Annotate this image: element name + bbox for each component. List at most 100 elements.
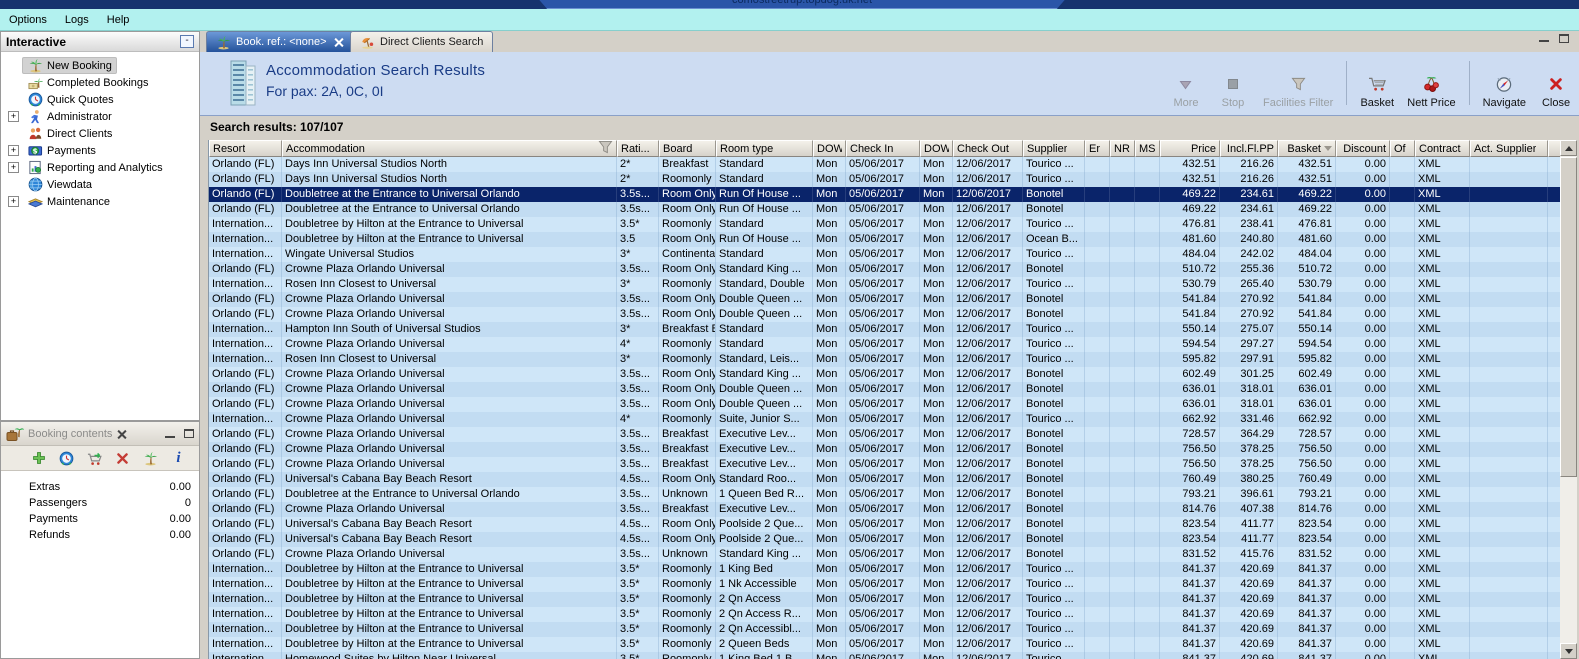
sidebar-item-viewdata[interactable]: Viewdata xyxy=(1,176,199,193)
table-row[interactable]: Orlando (FL) Doubletree at the Entrance t… xyxy=(209,202,1561,217)
minimize-panel-icon[interactable] xyxy=(165,430,175,438)
menu-logs[interactable]: Logs xyxy=(56,11,98,29)
tab-booking-ref[interactable]: Book. ref.: <none> xyxy=(206,31,354,52)
column-header-contract[interactable]: Contract xyxy=(1415,140,1470,157)
table-row[interactable]: Orlando (FL) Crowne Plaza Orlando Univers… xyxy=(209,397,1561,412)
column-header-rating[interactable]: Rati... xyxy=(617,140,659,157)
column-header-board[interactable]: Board xyxy=(659,140,716,157)
expand-icon[interactable]: + xyxy=(8,196,19,207)
column-header-nr[interactable]: NR xyxy=(1110,140,1135,157)
table-row[interactable]: Orlando (FL) Crowne Plaza Orlando Univers… xyxy=(209,442,1561,457)
table-row[interactable]: Orlando (FL) Universal's Cabana Bay Beach… xyxy=(209,517,1561,532)
palm-tree-icon[interactable] xyxy=(142,450,159,467)
table-row[interactable]: Orlando (FL) Days Inn Universal Studios N… xyxy=(209,157,1561,172)
cell-nr xyxy=(1110,217,1135,232)
basket-button[interactable]: Basket xyxy=(1360,57,1394,109)
info-icon[interactable]: i xyxy=(170,450,187,467)
table-row[interactable]: Internation... Wingate Universal Studios 3… xyxy=(209,247,1561,262)
column-header-check_in[interactable]: Check In xyxy=(846,140,920,157)
minimize-view-icon[interactable] xyxy=(1539,34,1549,42)
sidebar-item-administrator[interactable]: + Administrator xyxy=(1,108,199,125)
scroll-thumb[interactable] xyxy=(1560,157,1577,477)
table-row[interactable]: Internation... Rosen Inn Closest to Unive… xyxy=(209,277,1561,292)
column-header-of[interactable]: Of xyxy=(1390,140,1415,157)
table-row[interactable]: Internation... Doubletree by Hilton at th… xyxy=(209,637,1561,652)
vertical-scrollbar[interactable] xyxy=(1560,140,1577,659)
menu-options[interactable]: Options xyxy=(0,11,56,29)
tab-close-icon[interactable] xyxy=(335,38,344,47)
restore-panel-icon[interactable] xyxy=(184,429,194,438)
table-row[interactable]: Orlando (FL) Crowne Plaza Orlando Univers… xyxy=(209,307,1561,322)
expand-icon[interactable]: + xyxy=(8,162,19,173)
nett-price-button[interactable]: Nett Price xyxy=(1407,57,1456,109)
column-header-price[interactable]: Price xyxy=(1160,140,1220,157)
sidebar-item-label: Quick Quotes xyxy=(47,93,114,106)
table-row[interactable]: Orlando (FL) Crowne Plaza Orlando Univers… xyxy=(209,367,1561,382)
table-row[interactable]: Internation... Doubletree by Hilton at th… xyxy=(209,232,1561,247)
filter-funnel-icon[interactable] xyxy=(598,141,613,156)
column-header-ms[interactable]: MS xyxy=(1135,140,1160,157)
column-header-discount[interactable]: Discount xyxy=(1336,140,1390,157)
table-row[interactable]: Orlando (FL) Universal's Cabana Bay Beach… xyxy=(209,532,1561,547)
table-row[interactable]: Internation... Crowne Plaza Orlando Unive… xyxy=(209,337,1561,352)
collapse-panel-button[interactable]: - xyxy=(180,35,194,48)
column-header-supplier[interactable]: Supplier xyxy=(1023,140,1085,157)
delete-icon[interactable] xyxy=(114,450,131,467)
table-row[interactable]: Internation... Doubletree by Hilton at th… xyxy=(209,607,1561,622)
scroll-up-button[interactable] xyxy=(1560,140,1577,156)
table-row[interactable]: Orlando (FL) Doubletree at the Entrance t… xyxy=(209,187,1561,202)
sidebar-item-maintenance[interactable]: + Maintenance xyxy=(1,193,199,210)
table-row[interactable]: Orlando (FL) Crowne Plaza Orlando Univers… xyxy=(209,292,1561,307)
scroll-down-button[interactable] xyxy=(1560,643,1577,659)
sidebar-item-quick-quotes[interactable]: Quick Quotes xyxy=(1,91,199,108)
navigate-button[interactable]: Navigate xyxy=(1483,57,1526,109)
table-row[interactable]: Internation... Doubletree by Hilton at th… xyxy=(209,577,1561,592)
column-header-resort[interactable]: Resort xyxy=(209,140,282,157)
sidebar-item-reporting-and-analytics[interactable]: + Reporting and Analytics xyxy=(1,159,199,176)
column-header-check_out[interactable]: Check Out xyxy=(953,140,1023,157)
table-row[interactable]: Orlando (FL) Crowne Plaza Orlando Univers… xyxy=(209,502,1561,517)
column-header-dow_in[interactable]: DOW xyxy=(813,140,846,157)
rdp-connection-bar: comostreetrup.topdog.uk.net xyxy=(0,0,1579,9)
table-row[interactable]: Orlando (FL) Crowne Plaza Orlando Univers… xyxy=(209,547,1561,562)
table-row[interactable]: Orlando (FL) Doubletree at the Entrance t… xyxy=(209,487,1561,502)
table-row[interactable]: Internation... Doubletree by Hilton at th… xyxy=(209,562,1561,577)
sidebar-item-payments[interactable]: + $ Payments xyxy=(1,142,199,159)
sidebar-item-completed-bookings[interactable]: Completed Bookings xyxy=(1,74,199,91)
sidebar-item-direct-clients[interactable]: Direct Clients xyxy=(1,125,199,142)
tab-direct-clients-search[interactable]: Direct Clients Search xyxy=(350,31,494,52)
cell-dow_in: Mon xyxy=(813,292,846,307)
expand-icon[interactable]: + xyxy=(8,145,19,156)
column-header-act_supplier[interactable]: Act. Supplier xyxy=(1470,140,1548,157)
column-header-er[interactable]: Er xyxy=(1085,140,1110,157)
table-row[interactable]: Orlando (FL) Crowne Plaza Orlando Univers… xyxy=(209,382,1561,397)
table-row[interactable]: Orlando (FL) Crowne Plaza Orlando Univers… xyxy=(209,262,1561,277)
column-header-incl_fl_pp[interactable]: Incl.Fl.PP xyxy=(1220,140,1278,157)
close-panel-icon[interactable] xyxy=(117,429,127,439)
column-header-dow_out[interactable]: DOW xyxy=(920,140,953,157)
table-row[interactable]: Orlando (FL) Universal's Cabana Bay Beach… xyxy=(209,472,1561,487)
close-button[interactable]: Close xyxy=(1539,57,1573,109)
table-row[interactable]: Internation... Rosen Inn Closest to Unive… xyxy=(209,352,1561,367)
expand-icon[interactable]: + xyxy=(8,111,19,122)
table-row[interactable]: Internation... Doubletree by Hilton at th… xyxy=(209,217,1561,232)
table-row[interactable]: Orlando (FL) Crowne Plaza Orlando Univers… xyxy=(209,457,1561,472)
add-icon[interactable] xyxy=(30,450,47,467)
table-row[interactable]: Internation... Crowne Plaza Orlando Unive… xyxy=(209,412,1561,427)
table-row[interactable]: Internation... Hampton Inn South of Unive… xyxy=(209,322,1561,337)
menu-help[interactable]: Help xyxy=(98,11,139,29)
column-header-room_type[interactable]: Room type xyxy=(716,140,813,157)
sidebar-item-new-booking[interactable]: New Booking xyxy=(1,57,199,74)
clock-globe-icon[interactable] xyxy=(58,450,75,467)
table-row[interactable]: Internation... Doubletree by Hilton at th… xyxy=(209,592,1561,607)
table-row[interactable]: Internation... Doubletree by Hilton at th… xyxy=(209,622,1561,637)
cell-resort: Internation... xyxy=(209,607,282,622)
restore-view-icon[interactable] xyxy=(1559,34,1569,43)
column-header-basket[interactable]: Basket xyxy=(1278,140,1336,157)
table-row[interactable]: Orlando (FL) Crowne Plaza Orlando Univers… xyxy=(209,427,1561,442)
table-row[interactable]: Internation... Homewood Suites by Hilton … xyxy=(209,652,1561,659)
table-row[interactable]: Orlando (FL) Days Inn Universal Studios N… xyxy=(209,172,1561,187)
cell-resort: Orlando (FL) xyxy=(209,427,282,442)
cart-arrow-icon[interactable] xyxy=(86,450,103,467)
column-header-accommodation[interactable]: Accommodation xyxy=(282,140,617,157)
